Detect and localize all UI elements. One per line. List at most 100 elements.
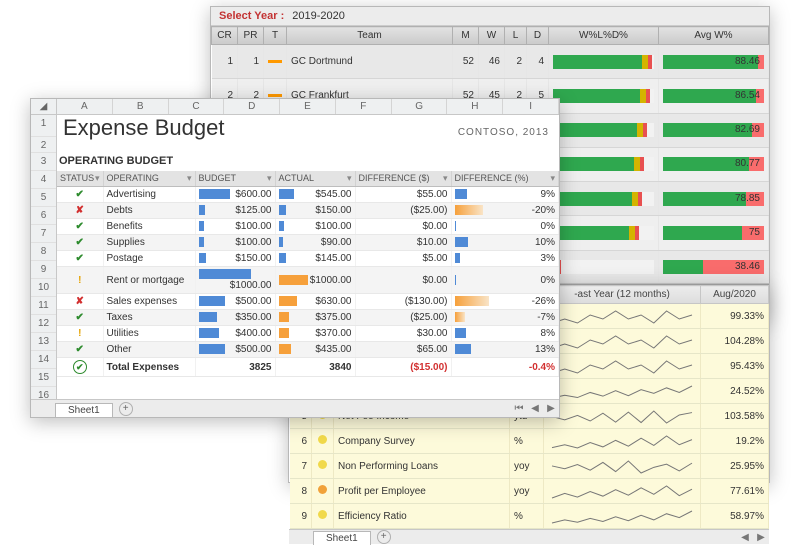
scroll-first-icon[interactable]: ⏮: [511, 403, 527, 414]
kpi-row[interactable]: 6Company Survey%19.2%: [290, 429, 769, 454]
th-budget[interactable]: BUDGET▾: [195, 171, 275, 187]
col-w[interactable]: W: [479, 27, 505, 45]
col-l[interactable]: L: [505, 27, 527, 45]
col-cr[interactable]: CR: [212, 27, 238, 45]
status-icon: [73, 362, 87, 373]
sparkline: [548, 307, 696, 325]
col-wld[interactable]: W%L%D%: [549, 27, 659, 45]
avg-bar: 82.69: [663, 123, 764, 137]
row-header[interactable]: 16: [31, 387, 56, 399]
th-actual[interactable]: ACTUAL▾: [275, 171, 355, 187]
section-label: OPERATING BUDGET: [59, 155, 173, 167]
budget-table: STATUS▾ OPERATING▾ BUDGET▾ ACTUAL▾ DIFFE…: [57, 171, 559, 377]
kpi-row[interactable]: 7Non Performing Loansyoy25.95%: [290, 454, 769, 479]
budget-row[interactable]: Rent or mortgage $1000.00 $1000.00$0.00 …: [57, 267, 559, 294]
wld-bar: [553, 260, 654, 274]
col-header[interactable]: B: [113, 99, 169, 114]
col-header[interactable]: I: [503, 99, 559, 114]
col-pr[interactable]: PR: [238, 27, 264, 45]
budget-row[interactable]: Advertising $600.00 $545.00$55.00 9%: [57, 187, 559, 203]
row-header[interactable]: 3: [31, 153, 56, 171]
row-header[interactable]: 15: [31, 369, 56, 387]
excel-sheetbar: Sheet1 + ⏮ ◀ ▶: [31, 399, 559, 417]
col-m[interactable]: M: [453, 27, 479, 45]
row-header[interactable]: 12: [31, 315, 56, 333]
excel-grid[interactable]: Expense Budget CONTOSO, 2013 OPERATING B…: [57, 115, 559, 399]
col-header[interactable]: E: [280, 99, 336, 114]
kpi-sheet-tab[interactable]: Sheet1: [313, 531, 371, 545]
kpi-sheetbar: Sheet1 + ◀ ▶: [289, 529, 769, 544]
col-avg[interactable]: Avg W%: [659, 27, 769, 45]
sparkline: [548, 457, 696, 475]
scroll-right-icon[interactable]: ▶: [753, 532, 769, 543]
select-year-value[interactable]: 2019-2020: [292, 10, 345, 22]
status-icon: [76, 221, 84, 232]
budget-row[interactable]: Benefits $100.00 $100.00$0.00 0%: [57, 219, 559, 235]
row-header[interactable]: 9: [31, 261, 56, 279]
row-header[interactable]: 7: [31, 225, 56, 243]
row-header[interactable]: 14: [31, 351, 56, 369]
row-header[interactable]: 10: [31, 279, 56, 297]
kpi-row[interactable]: 8Profit per Employeeyoy77.61%: [290, 479, 769, 504]
budget-row[interactable]: Other $500.00 $435.00$65.00 13%: [57, 342, 559, 358]
budget-row[interactable]: Supplies $100.00 $90.00$10.00 10%: [57, 235, 559, 251]
sheet-tab[interactable]: Sheet1: [55, 403, 113, 417]
kpi-add-sheet-button[interactable]: +: [377, 530, 391, 544]
col-team[interactable]: Team: [287, 27, 453, 45]
col-header[interactable]: A: [57, 99, 113, 114]
status-icon: [76, 189, 84, 200]
row-header[interactable]: 5: [31, 189, 56, 207]
status-dot-icon: [318, 435, 327, 444]
status-icon: [76, 253, 84, 264]
col-header[interactable]: G: [392, 99, 448, 114]
th-status[interactable]: STATUS▾: [57, 171, 103, 187]
wld-bar: [553, 226, 654, 240]
avg-bar: 86.54: [663, 89, 764, 103]
avg-bar: 75: [663, 226, 764, 240]
add-sheet-button[interactable]: +: [119, 402, 133, 416]
col-header[interactable]: D: [224, 99, 280, 114]
col-d[interactable]: D: [527, 27, 549, 45]
soccer-header: Select Year : 2019-2020: [211, 7, 769, 26]
sparkline: [548, 482, 696, 500]
sparkline: [548, 357, 696, 375]
row-header[interactable]: 11: [31, 297, 56, 315]
scroll-left-icon[interactable]: ◀: [737, 532, 753, 543]
avg-bar: 38.46: [663, 260, 764, 274]
kpi-col-spark[interactable]: -ast Year (12 months): [544, 286, 701, 304]
th-operating[interactable]: OPERATING▾: [103, 171, 195, 187]
budget-row[interactable]: Sales expenses $500.00 $630.00($130.00) …: [57, 294, 559, 310]
th-diff[interactable]: DIFFERENCE ($)▾: [355, 171, 451, 187]
budget-row[interactable]: Postage $150.00 $145.00$5.00 3%: [57, 251, 559, 267]
col-header[interactable]: F: [336, 99, 392, 114]
status-icon: [76, 205, 84, 216]
row-gutter: 12345678910111213141516: [31, 115, 57, 399]
select-year-label: Select Year :: [219, 10, 284, 22]
th-diffp[interactable]: DIFFERENCE (%)▾: [451, 171, 559, 187]
page-title: Expense Budget: [63, 115, 224, 141]
col-header[interactable]: C: [169, 99, 225, 114]
budget-row[interactable]: Debts $125.00 $150.00($25.00) -20%: [57, 203, 559, 219]
col-header[interactable]: H: [447, 99, 503, 114]
row-header[interactable]: 6: [31, 207, 56, 225]
status-dot-icon: [318, 510, 327, 519]
scroll-right-icon[interactable]: ▶: [543, 403, 559, 414]
select-all-button[interactable]: ◢: [31, 99, 57, 114]
row-header[interactable]: 8: [31, 243, 56, 261]
row-header[interactable]: 2: [31, 137, 56, 153]
scroll-left-icon[interactable]: ◀: [527, 403, 543, 414]
kpi-row[interactable]: 9Efficiency Ratio%58.97%: [290, 504, 769, 529]
avg-bar: 88.46: [663, 55, 764, 69]
sparkline: [548, 407, 696, 425]
budget-row[interactable]: Utilities $400.00 $370.00$30.00 8%: [57, 326, 559, 342]
status-icon: [78, 328, 81, 339]
excel-window: ◢ ABCDEFGHI 12345678910111213141516 Expe…: [30, 98, 560, 418]
soccer-row[interactable]: 11GC Dortmund52462488.46: [212, 45, 769, 79]
budget-total-row[interactable]: Total Expenses38253840($15.00)-0.4%: [57, 358, 559, 377]
row-header[interactable]: 4: [31, 171, 56, 189]
row-header[interactable]: 13: [31, 333, 56, 351]
row-header[interactable]: 1: [31, 115, 56, 137]
budget-row[interactable]: Taxes $350.00 $375.00($25.00) -7%: [57, 310, 559, 326]
kpi-col-val[interactable]: Aug/2020: [701, 286, 769, 304]
col-t[interactable]: T: [264, 27, 287, 45]
